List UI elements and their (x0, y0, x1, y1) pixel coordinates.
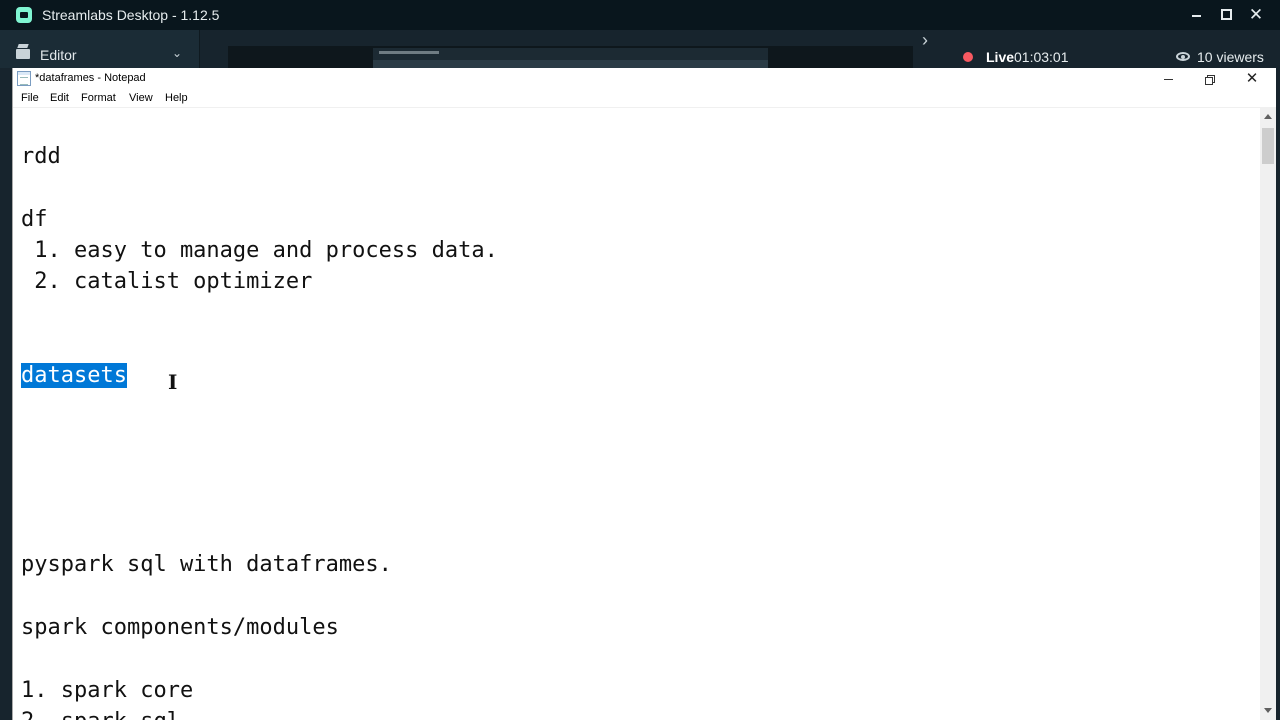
text-cursor-icon: I (168, 370, 178, 394)
chevron-down-icon: ⌄ (172, 46, 183, 60)
vertical-scrollbar[interactable] (1260, 108, 1276, 720)
notepad-icon (17, 71, 31, 86)
notepad-title-bar: *dataframes - Notepad ✕ (13, 68, 1276, 90)
minimize-icon (1192, 15, 1201, 17)
notepad-window: *dataframes - Notepad ✕ File Edit Format… (12, 68, 1276, 720)
live-timer: 01:03:01 (1014, 49, 1069, 65)
text-line: rdd (21, 144, 61, 169)
maximize-icon (1221, 9, 1232, 20)
camera-icon (16, 49, 30, 59)
minimize-icon (1164, 79, 1173, 80)
notepad-title: *dataframes - Notepad (35, 72, 146, 84)
streamlabs-minimize-button[interactable] (1182, 4, 1210, 26)
text-editor-area[interactable]: rdd df 1. easy to manage and process dat… (13, 108, 1260, 720)
editor-dropdown[interactable]: Editor ⌄ (0, 30, 200, 68)
close-icon: ✕ (1248, 5, 1264, 24)
scrollbar-thumb[interactable] (1262, 128, 1274, 164)
live-dot-icon (963, 52, 973, 62)
stream-preview (228, 46, 913, 68)
text-line: 1. easy to manage and process data. (21, 238, 498, 263)
viewer-count: 10 viewers (1197, 49, 1264, 65)
streamlabs-title-bar: Streamlabs Desktop - 1.12.5 ✕ (0, 0, 1280, 30)
notepad-menu-bar: File Edit Format View Help (13, 90, 1276, 108)
text-line: pyspark sql with dataframes. (21, 552, 392, 577)
menu-edit[interactable]: Edit (50, 92, 69, 104)
menu-view[interactable]: View (129, 92, 153, 104)
menu-format[interactable]: Format (81, 92, 116, 104)
scroll-up-icon[interactable] (1264, 114, 1272, 119)
streamlabs-window-title: Streamlabs Desktop - 1.12.5 (42, 7, 220, 23)
scroll-down-icon[interactable] (1264, 708, 1272, 713)
menu-file[interactable]: File (21, 92, 39, 104)
selected-text: datasets (21, 363, 127, 388)
notepad-minimize-button[interactable] (1153, 70, 1183, 88)
eye-icon (1176, 52, 1190, 61)
close-icon: ✕ (1245, 70, 1259, 87)
streamlabs-toolbar: Editor ⌄ › Live 01:03:01 10 viewers (0, 30, 1280, 68)
streamlabs-logo-icon (16, 7, 32, 23)
text-line: 2. spark sql (21, 709, 180, 720)
streamlabs-close-button[interactable]: ✕ (1242, 4, 1270, 26)
text-line: 1. spark core (21, 678, 194, 703)
notepad-close-button[interactable]: ✕ (1237, 70, 1267, 88)
chevron-right-icon[interactable]: › (922, 30, 928, 51)
preview-thumbnail (373, 48, 768, 68)
editor-label: Editor (40, 47, 77, 63)
text-line: 2. catalist optimizer (21, 269, 313, 294)
live-label: Live (986, 49, 1015, 65)
text-line: df (21, 207, 48, 232)
menu-help[interactable]: Help (165, 92, 188, 104)
streamlabs-maximize-button[interactable] (1212, 4, 1240, 26)
notepad-restore-button[interactable] (1195, 70, 1225, 88)
text-line: spark components/modules (21, 615, 339, 640)
